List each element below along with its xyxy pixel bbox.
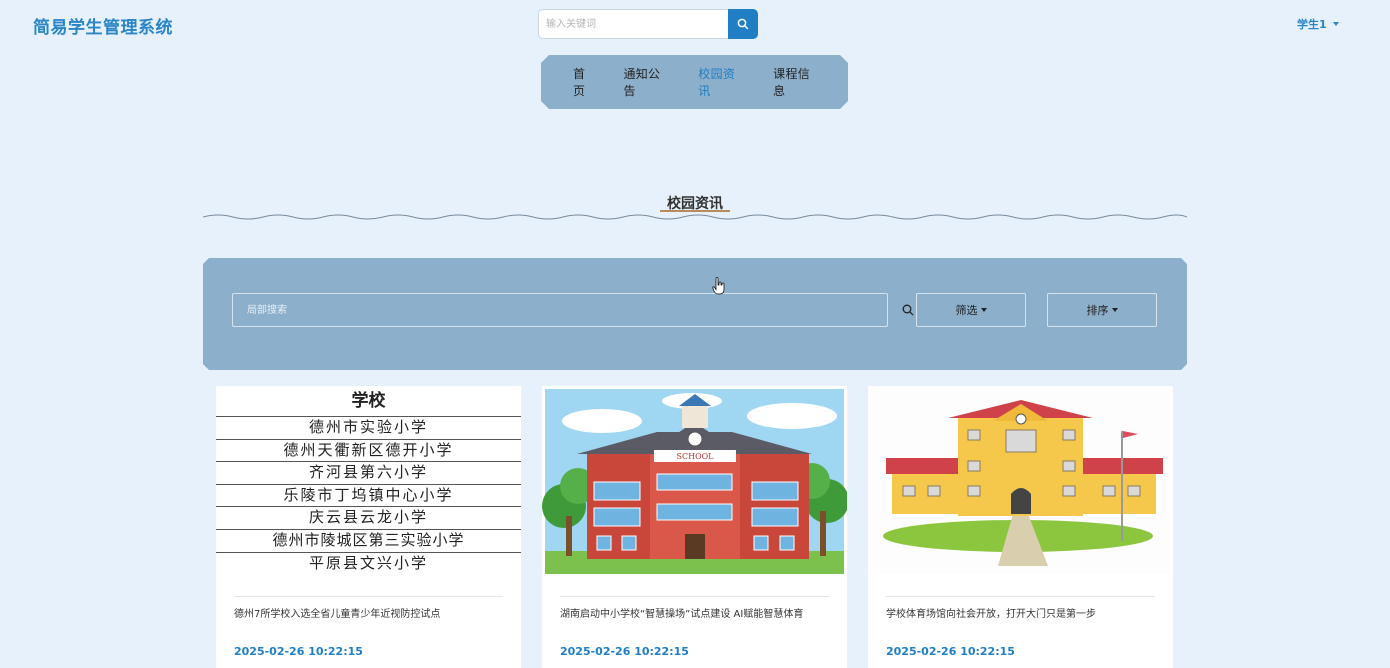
nav-item-courses[interactable]: 课程信息 (773, 65, 822, 99)
sort-label: 排序 (1086, 304, 1109, 317)
news-card[interactable]: SCHOOL 湖南启动中小学校“智慧操场”试点建设 AI赋能智慧体育 2025-… (542, 386, 847, 668)
news-card-title[interactable]: 湖南启动中小学校“智慧操场”试点建设 AI赋能智慧体育 (560, 605, 837, 620)
search-icon (737, 18, 749, 30)
news-card[interactable]: 学校 德州市实验小学 德州天衢新区德开小学 齐河县第六小学 乐陵市丁坞镇中心小学… (216, 386, 521, 668)
user-name: 学生1 (1297, 18, 1327, 31)
search-button[interactable] (728, 9, 758, 39)
search-input[interactable] (538, 9, 728, 39)
news-card-title[interactable]: 学校体育场馆向社会开放，打开大门只是第一步 (886, 605, 1163, 620)
nav-item-campus-news[interactable]: 校园资讯 (698, 65, 747, 99)
title-underline (660, 210, 730, 212)
news-card-image[interactable]: 学校 德州市实验小学 德州天衢新区德开小学 齐河县第六小学 乐陵市丁坞镇中心小学… (216, 386, 521, 577)
school-list-row: 德州市实验小学 (216, 416, 521, 439)
news-card[interactable]: 学校体育场馆向社会开放，打开大门只是第一步 2025-02-26 10:22:1… (868, 386, 1173, 668)
school-gym-illustration (871, 389, 1170, 574)
school-list-image: 学校 德州市实验小学 德州天衢新区德开小学 齐河县第六小学 乐陵市丁坞镇中心小学… (216, 386, 521, 577)
news-card-image[interactable]: SCHOOL (542, 386, 847, 577)
hand-cursor-icon (712, 277, 725, 295)
news-card-title[interactable]: 德州7所学校入选全省儿童青少年近视防控试点 (234, 605, 511, 620)
local-search-input[interactable] (232, 293, 888, 327)
school-list-row: 乐陵市丁坞镇中心小学 (216, 483, 521, 507)
news-card-image[interactable] (868, 386, 1173, 577)
school-list-row: 德州天衢新区德开小学 (216, 438, 521, 462)
main-nav: 首页 通知公告 校园资讯 课程信息 (541, 55, 848, 109)
nav-item-home[interactable]: 首页 (573, 65, 597, 99)
top-search (538, 9, 758, 39)
site-brand[interactable]: 简易学生管理系统 (33, 13, 173, 38)
school-list-row: 庆云县云龙小学 (216, 506, 521, 529)
caret-down-icon (1332, 22, 1339, 26)
school-list-heading: 学校 (351, 391, 386, 411)
school-building-illustration: SCHOOL (542, 389, 847, 574)
filter-panel: 筛选 排序 (203, 258, 1187, 370)
filter-label: 筛选 (955, 304, 978, 317)
school-list-row: 德州市陵城区第三实验小学 (216, 528, 521, 552)
news-card-date: 2025-02-26 10:22:15 (886, 645, 1015, 658)
caret-down-icon (980, 308, 987, 312)
news-card-date: 2025-02-26 10:22:15 (560, 645, 689, 658)
school-list-row: 平原县文兴小学 (216, 551, 521, 575)
user-menu[interactable]: 学生1 (1297, 16, 1339, 32)
search-icon[interactable] (902, 304, 914, 316)
school-sign-text: SCHOOL (676, 452, 714, 461)
nav-item-notices[interactable]: 通知公告 (623, 65, 672, 99)
caret-down-icon (1111, 308, 1118, 312)
sort-dropdown[interactable]: 排序 (1047, 293, 1157, 327)
news-card-date: 2025-02-26 10:22:15 (234, 645, 363, 658)
filter-dropdown[interactable]: 筛选 (916, 293, 1026, 327)
school-list-row: 齐河县第六小学 (216, 461, 521, 484)
